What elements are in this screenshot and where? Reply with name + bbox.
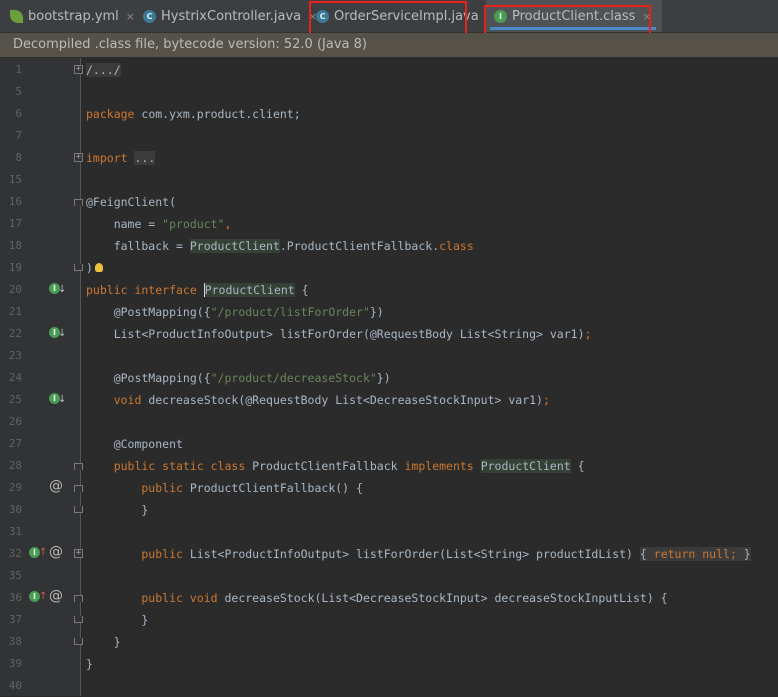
code-line: 32 I ↑ @ + public List<ProductInfoOutput… [0,543,778,565]
fold-collapse-icon[interactable] [74,199,83,206]
tab-label: HystrixController.java [161,8,302,24]
override-at-icon[interactable]: @ [49,478,63,494]
line-number: 15 [8,173,22,186]
code-line: 36 I ↑ @ public void decreaseStock(List<… [0,587,778,609]
line-number: 38 [8,635,22,648]
down-arrow-icon: ↓ [58,328,67,339]
folded-header[interactable]: /.../ [86,63,121,77]
line-number: 26 [8,415,22,428]
tab-bootstrap-yml[interactable]: bootstrap.yml × [10,0,135,32]
line-number: 39 [8,657,22,670]
code-line: 23 [0,345,778,367]
line-number: 40 [8,679,22,692]
code-line: 7 [0,125,778,147]
fold-collapse-icon[interactable] [74,463,83,470]
code-line: 17 name = "product", [0,213,778,235]
code-line: 16 @FeignClient( [0,191,778,213]
up-arrow-icon: ↑ [39,591,48,602]
fold-collapse-icon[interactable] [74,264,83,271]
line-number: 25 [8,393,22,406]
fold-collapse-icon[interactable] [74,616,83,623]
code-line: 28 public static class ProductClientFall… [0,455,778,477]
line-number: 37 [8,613,22,626]
up-arrow-icon: ↑ [39,547,48,558]
line-number: 16 [8,195,22,208]
code-line: 35 [0,565,778,587]
line-number: 29 [8,481,22,494]
code-line: 1 + /.../ [0,59,778,81]
fold-collapse-icon[interactable] [74,638,83,645]
java-class-icon [143,9,156,23]
code-line: 19 ) [0,257,778,279]
lightbulb-icon[interactable] [95,263,103,272]
code-line: 27 @Component [0,433,778,455]
line-number: 31 [8,525,22,538]
down-arrow-icon: ↓ [58,284,67,295]
close-icon[interactable]: × [126,10,135,23]
line-number: 19 [8,261,22,274]
line-number: 27 [8,437,22,450]
line-number: 21 [8,305,22,318]
line-number: 24 [8,371,22,384]
down-arrow-icon: ↓ [58,394,67,405]
highlight-box-order-service [309,1,467,37]
line-number: 7 [15,129,22,142]
line-number: 5 [15,85,22,98]
fold-collapse-icon[interactable] [74,595,83,602]
code-line: 25 I ↓ void decreaseStock(@RequestBody L… [0,389,778,411]
line-number: 36 [8,591,22,604]
decompiled-info-bar: Decompiled .class file, bytecode version… [0,33,778,57]
line-number: 35 [8,569,22,582]
fold-expand-icon[interactable]: + [74,549,83,558]
code-line: 37 } [0,609,778,631]
code-line: 22 I ↓ List<ProductInfoOutput> listForOr… [0,323,778,345]
line-number: 28 [8,459,22,472]
override-at-icon[interactable]: @ [49,544,63,560]
line-number: 32 [8,547,22,560]
code-line: 15 [0,169,778,191]
override-at-icon[interactable]: @ [49,588,63,604]
code-line: 6 package com.yxm.product.client; [0,103,778,125]
code-line: 18 fallback = ProductClient.ProductClien… [0,235,778,257]
code-line: 20 I ↓ public interface ProductClient { [0,279,778,301]
code-line: 29 @ public ProductClientFallback() { [0,477,778,499]
fold-collapse-icon[interactable] [74,485,83,492]
code-line: 24 @PostMapping({"/product/decreaseStock… [0,367,778,389]
line-number: 22 [8,327,22,340]
line-number: 17 [8,217,22,230]
folded-imports[interactable]: ... [134,151,156,165]
fold-expand-icon[interactable]: + [74,153,83,162]
code-editor[interactable]: 1 + /.../ 5 6 package com.yxm.product.cl… [0,58,778,696]
line-number: 30 [8,503,22,516]
code-line: 26 [0,411,778,433]
fold-collapse-icon[interactable] [74,506,83,513]
line-number: 8 [15,151,22,164]
code-line: 30 } [0,499,778,521]
code-line: 40 [0,675,778,697]
code-line: 8 + import ... [0,147,778,169]
tab-label: bootstrap.yml [28,8,119,24]
line-number: 20 [8,283,22,296]
code-line: 38 } [0,631,778,653]
yml-leaf-icon [10,9,23,23]
code-line: 39 } [0,653,778,675]
fold-expand-icon[interactable]: + [74,65,83,74]
code-line: 31 [0,521,778,543]
line-number: 6 [15,107,22,120]
tab-hystrix-controller[interactable]: HystrixController.java × [143,0,317,32]
line-number: 23 [8,349,22,362]
code-line: 5 [0,81,778,103]
code-line: 21 @PostMapping({"/product/listForOrder"… [0,301,778,323]
line-number: 18 [8,239,22,252]
line-number: 1 [15,63,22,76]
